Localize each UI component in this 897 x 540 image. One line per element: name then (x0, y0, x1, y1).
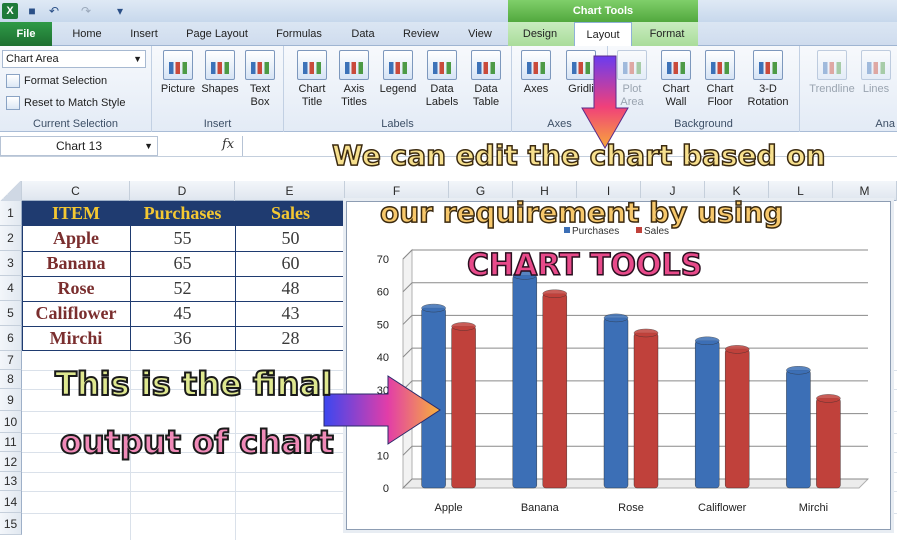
annotation-line-2: our requirement by using (379, 195, 784, 230)
arrow-down-to-layout-tab (581, 55, 629, 150)
annotation-line-4: This is the final (54, 364, 333, 404)
arrow-right-to-chart (323, 375, 441, 445)
annotation-line-5: output of chart (59, 422, 335, 462)
annotation-chart-tools: CHART TOOLS (466, 247, 703, 284)
annotation-line-1: We can edit the chart based on (331, 138, 826, 173)
